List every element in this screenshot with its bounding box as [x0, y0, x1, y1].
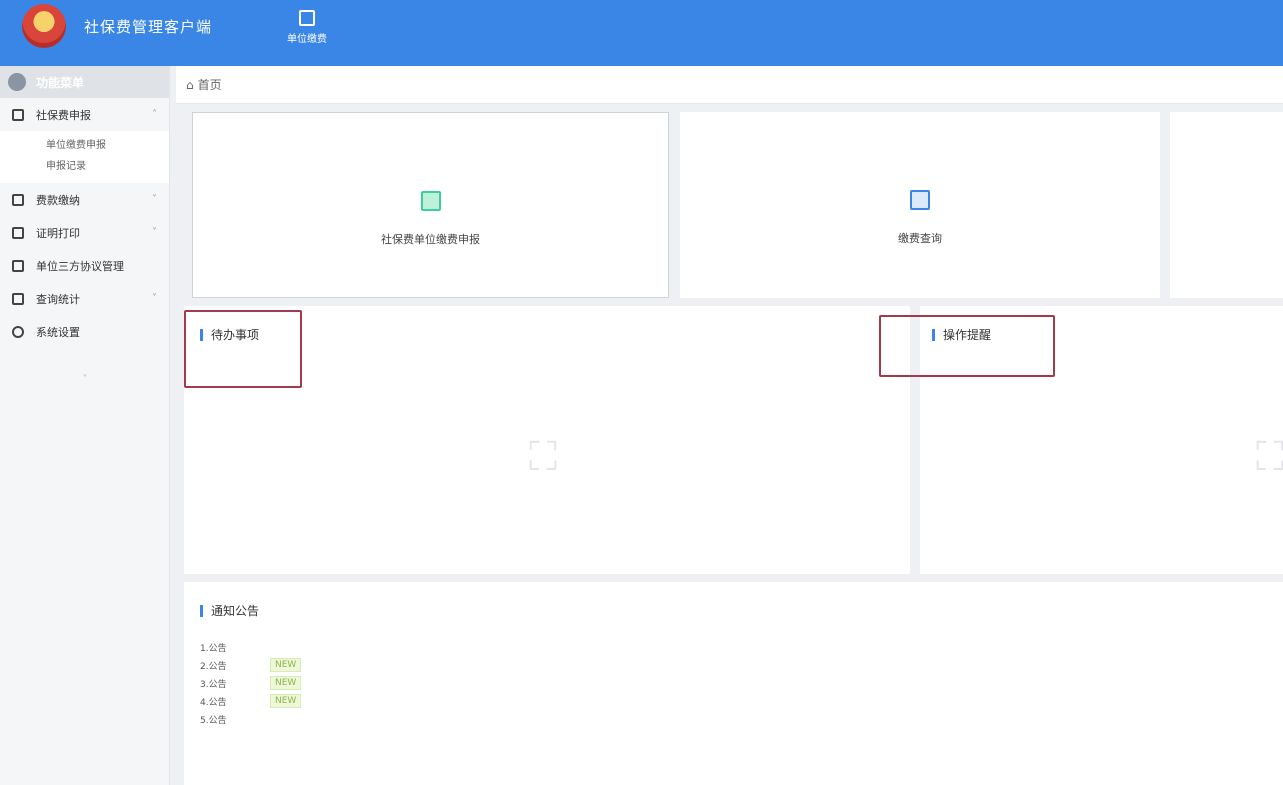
top-nav-label: 单位缴费 — [287, 34, 327, 45]
notice-label: 1.公告 — [200, 643, 227, 654]
list-item[interactable]: 3.公告 NEW — [200, 674, 302, 692]
menu-toggle-icon — [8, 73, 26, 91]
sidebar-item-label: 社保费申报 — [36, 108, 91, 122]
sidebar-item-label: 证明打印 — [36, 226, 80, 240]
app-title: 社保费管理客户端 — [84, 18, 213, 36]
document-icon — [299, 10, 315, 26]
home-icon: ⌂ — [186, 77, 194, 92]
title-accent-bar — [200, 604, 203, 617]
calendar-icon — [12, 193, 24, 206]
notice-title-text: 通知公告 — [211, 604, 260, 618]
new-badge: NEW — [270, 676, 302, 690]
submenu-declaration: 单位缴费申报 申报记录 — [0, 131, 169, 183]
sidebar-item-label: 查询统计 — [36, 292, 80, 306]
breadcrumb-home[interactable]: 首页 — [198, 76, 222, 93]
submenu-item-unit-declaration[interactable]: 单位缴费申报 — [46, 135, 169, 156]
empty-state-icon: ⛶ — [1256, 434, 1283, 480]
breadcrumb: ⌂ 首页 — [176, 66, 1283, 104]
notice-list: 1.公告 2.公告 NEW 3.公告 NEW 4.公告 NEW 5.公告 — [200, 638, 302, 728]
quick-card-declaration[interactable]: 社保费单位缴费申报 — [192, 112, 669, 298]
list-item[interactable]: 1.公告 — [200, 638, 301, 656]
report-icon — [910, 190, 930, 210]
chevron-down-icon: ˅ — [152, 194, 157, 205]
sidebar-item-certificate[interactable]: 证明打印 ˅ — [0, 216, 169, 249]
panel-title: 通知公告 — [200, 602, 259, 619]
chevron-down-icon: ˅ — [152, 293, 157, 304]
submenu-item-declaration-records[interactable]: 申报记录 — [46, 156, 169, 177]
notice-label: 4.公告 — [200, 697, 227, 708]
quick-card-label: 社保费单位缴费申报 — [381, 233, 480, 246]
quick-card-payment-query[interactable]: 缴费查询 — [680, 112, 1160, 298]
grid-icon — [420, 191, 441, 211]
new-badge: NEW — [270, 658, 302, 672]
sidebar-item-query[interactable]: 查询统计 ˅ — [0, 282, 169, 315]
sidebar-item-label: 费款缴纳 — [36, 193, 80, 207]
sidebar-header[interactable]: 功能菜单 — [0, 66, 169, 98]
list-item[interactable]: 2.公告 NEW — [200, 656, 302, 674]
new-badge: NEW — [270, 694, 302, 708]
chart-icon — [12, 292, 24, 305]
sidebar-item-payment[interactable]: 费款缴纳 ˅ — [0, 183, 169, 216]
calendar-icon — [12, 108, 24, 121]
highlight-box-todo — [184, 310, 302, 388]
sidebar-header-label: 功能菜单 — [36, 75, 85, 90]
chevron-up-icon: ˄ — [152, 109, 157, 120]
highlight-box-tips — [879, 315, 1055, 377]
notice-label: 2.公告 — [200, 661, 227, 672]
chevron-down-icon: ˅ — [152, 227, 157, 238]
calendar-icon — [12, 259, 24, 272]
empty-state-icon: ⛶ — [529, 434, 557, 480]
sidebar: 功能菜单 社保费申报 ˄ 单位缴费申报 申报记录 费款缴纳 ˅ 证明打印 ˅ 单… — [0, 66, 170, 785]
notice-label: 3.公告 — [200, 679, 227, 690]
tax-emblem-logo — [22, 4, 66, 48]
notice-label: 5.公告 — [200, 715, 227, 726]
sidebar-item-agreement[interactable]: 单位三方协议管理 — [0, 249, 169, 282]
quick-card-partial[interactable] — [1170, 112, 1283, 298]
sidebar-item-label: 系统设置 — [36, 325, 80, 339]
top-header: 社保费管理客户端 单位缴费 — [0, 0, 1283, 66]
printer-icon — [12, 226, 24, 239]
gear-icon — [12, 325, 24, 338]
quick-card-label: 缴费查询 — [898, 232, 942, 245]
top-nav-item-unit-payment[interactable]: 单位缴费 — [278, 10, 336, 56]
sidebar-collapse-handle[interactable]: ˅ — [0, 374, 170, 385]
notice-panel: 通知公告 1.公告 2.公告 NEW 3.公告 NEW 4.公告 NEW 5.公告 — [184, 582, 1283, 785]
list-item[interactable]: 5.公告 — [200, 710, 301, 728]
sidebar-item-settings[interactable]: 系统设置 — [0, 315, 169, 348]
list-item[interactable]: 4.公告 NEW — [200, 692, 302, 710]
sidebar-item-label: 单位三方协议管理 — [36, 259, 124, 273]
sidebar-item-declaration[interactable]: 社保费申报 ˄ — [0, 98, 169, 131]
